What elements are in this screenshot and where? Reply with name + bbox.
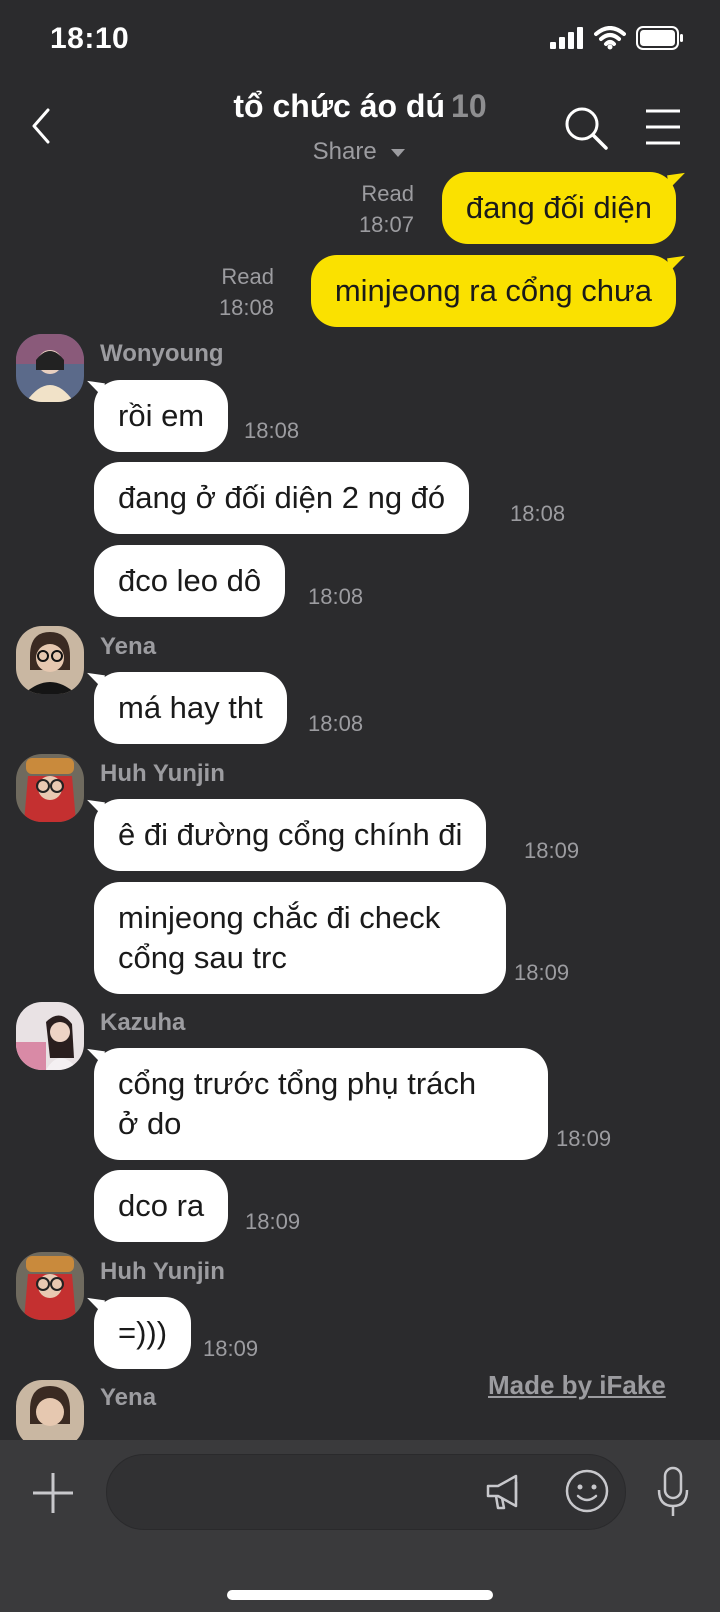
message-time: 18:09: [514, 960, 570, 985]
message-meta: Read 18:08: [219, 261, 274, 323]
message-time: 18:08: [308, 584, 364, 609]
emoji-icon: [565, 1469, 609, 1513]
read-receipt: Read: [221, 264, 274, 289]
avatar-photo: [16, 1252, 84, 1320]
message-time: 18:08: [308, 711, 364, 736]
message-time: 18:09: [203, 1336, 259, 1361]
message-meta: Read 18:07: [359, 178, 414, 240]
share-label: Share: [312, 138, 377, 165]
incoming-message[interactable]: đang ở đối diện 2 ng đó: [94, 462, 470, 534]
incoming-message[interactable]: má hay tht: [94, 672, 287, 744]
status-time: 18:10: [50, 22, 130, 55]
message-time: 18:07: [358, 212, 414, 237]
read-receipt: Read: [361, 181, 414, 206]
sender-name: Huh Yunjin: [100, 760, 225, 787]
wifi-icon: [594, 26, 626, 50]
sender-name: Kazuha: [100, 1009, 186, 1036]
status-icons: [550, 26, 684, 50]
avatar-photo: [16, 626, 84, 694]
outgoing-message[interactable]: đang đối diện: [441, 172, 676, 244]
watermark: Made by iFake: [488, 1370, 666, 1400]
caret-down-icon: [391, 148, 406, 157]
search-button[interactable]: [562, 104, 610, 152]
avatar-photo: [16, 1002, 84, 1070]
avatar-photo: [16, 334, 84, 402]
avatar-photo: [16, 754, 84, 822]
share-dropdown[interactable]: Share: [0, 138, 720, 166]
incoming-message[interactable]: đco leo dô: [94, 545, 286, 617]
message-time: 18:08: [218, 295, 274, 320]
chat-title: tổ chức áo dú 10: [0, 88, 720, 125]
outgoing-message[interactable]: minjeong ra cổng chưa: [310, 255, 676, 327]
microphone-icon: [657, 1466, 689, 1516]
megaphone-button[interactable]: [484, 1470, 526, 1512]
signal-icon: [550, 27, 583, 49]
chat-title-text: tổ chức áo dú: [233, 88, 446, 124]
message-time: 18:08: [244, 418, 300, 443]
incoming-message[interactable]: =))): [94, 1297, 192, 1369]
home-indicator[interactable]: [227, 1590, 493, 1600]
attach-button[interactable]: [30, 1470, 76, 1516]
member-count: 10: [451, 88, 487, 124]
avatar[interactable]: [16, 1380, 84, 1448]
avatar-photo: [16, 1380, 84, 1448]
sender-name: Yena: [100, 633, 157, 660]
incoming-message[interactable]: cổng trước tổng phụ trách ở do: [94, 1048, 548, 1160]
message-time: 18:09: [524, 838, 580, 863]
avatar[interactable]: [16, 1252, 84, 1320]
avatar[interactable]: [16, 626, 84, 694]
sender-name: Yena: [100, 1384, 157, 1411]
menu-icon: [646, 109, 680, 145]
menu-button[interactable]: [644, 108, 682, 146]
plus-icon: [33, 1473, 73, 1513]
megaphone-icon: [486, 1474, 518, 1510]
battery-icon: [636, 26, 683, 50]
avatar[interactable]: [16, 754, 84, 822]
emoji-button[interactable]: [564, 1468, 610, 1514]
message-input[interactable]: [106, 1454, 626, 1530]
avatar[interactable]: [16, 334, 84, 402]
message-time: 18:09: [556, 1126, 612, 1151]
message-time: 18:09: [245, 1209, 301, 1234]
message-time: 18:08: [510, 501, 566, 526]
incoming-message[interactable]: dco ra: [94, 1170, 229, 1242]
incoming-message[interactable]: minjeong chắc đi check cổng sau trc: [94, 882, 506, 994]
microphone-button[interactable]: [656, 1466, 690, 1518]
sender-name: Wonyoung: [100, 340, 224, 367]
incoming-message[interactable]: ê đi đường cổng chính đi: [94, 799, 487, 871]
avatar[interactable]: [16, 1002, 84, 1070]
sender-name: Huh Yunjin: [100, 1258, 225, 1285]
search-icon: [565, 107, 608, 150]
incoming-message[interactable]: rồi em: [94, 380, 229, 452]
